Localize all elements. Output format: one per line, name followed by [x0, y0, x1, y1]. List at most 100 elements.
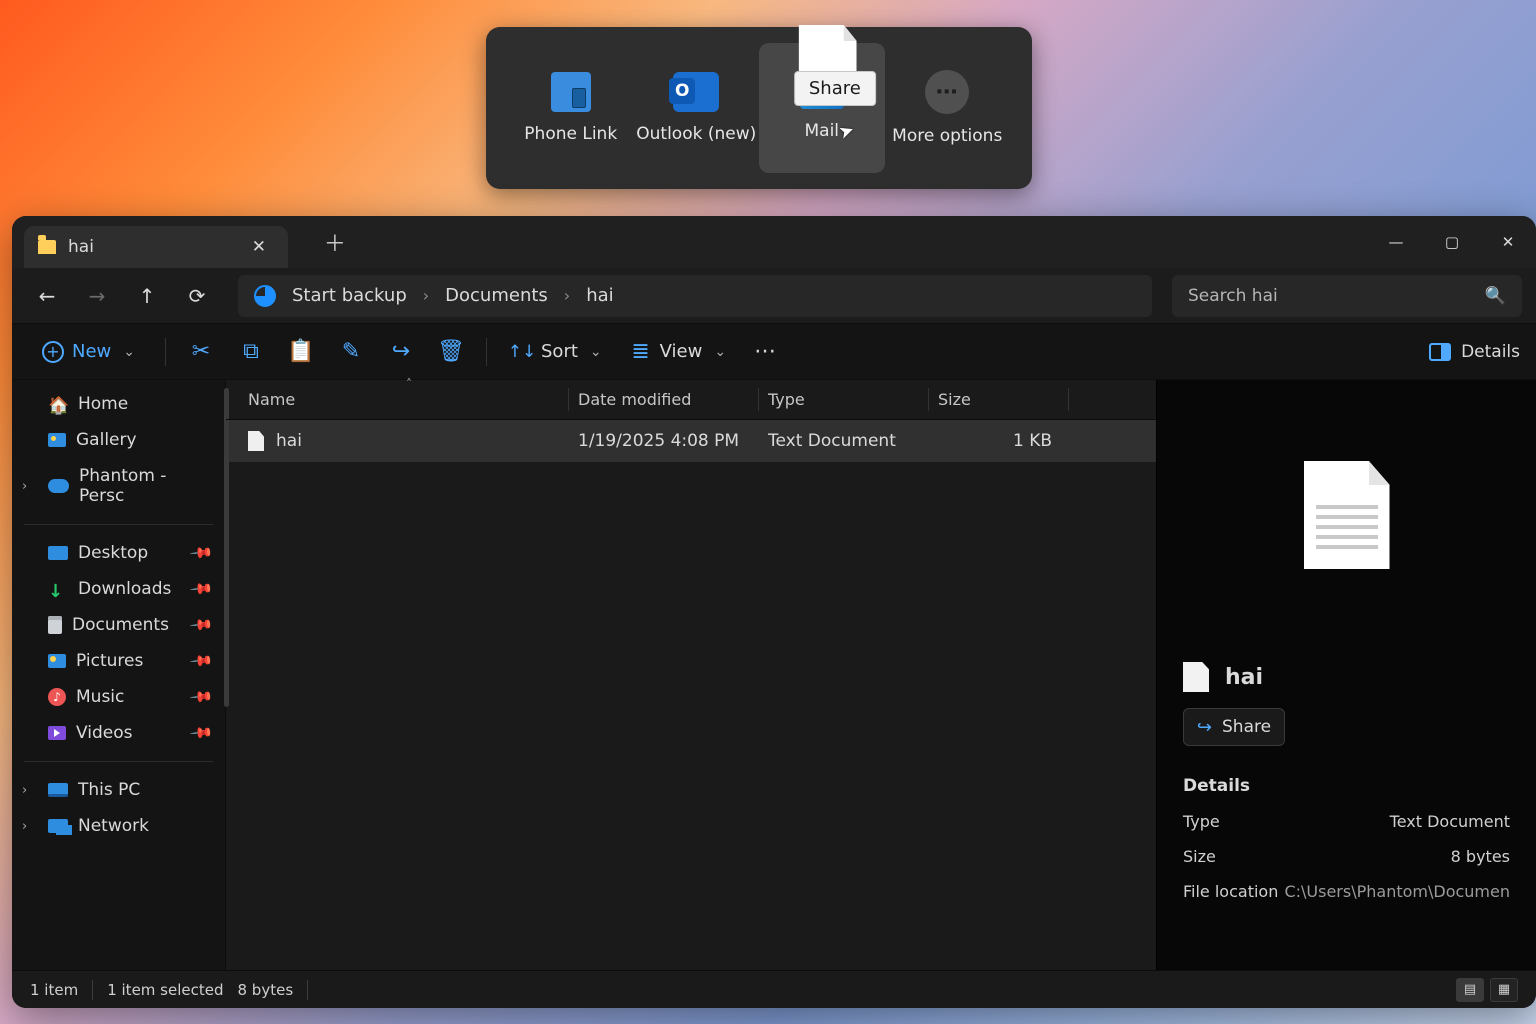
- sort-icon: ↑↓: [511, 341, 533, 363]
- sort-button[interactable]: ↑↓ Sort: [503, 332, 610, 372]
- pin-icon[interactable]: 📌: [189, 612, 215, 638]
- sidebar-divider: [24, 524, 213, 525]
- pin-icon[interactable]: 📌: [189, 648, 215, 674]
- text-document-icon: [1304, 461, 1390, 569]
- view-label: View: [660, 341, 703, 362]
- cut-button[interactable]: ✂: [182, 332, 220, 372]
- new-tab-button[interactable]: ＋: [318, 226, 352, 258]
- sidebar-item-pictures[interactable]: Pictures📌: [12, 643, 225, 679]
- sidebar-item-music[interactable]: ♪Music📌: [12, 679, 225, 715]
- details-share-button[interactable]: ↪ Share: [1183, 708, 1285, 746]
- text-document-icon: [248, 431, 264, 451]
- tab-hai[interactable]: hai ✕: [24, 226, 288, 268]
- file-preview: [1157, 380, 1536, 650]
- chevron-right-icon: ›: [423, 286, 429, 305]
- chevron-right-icon[interactable]: ›: [22, 783, 27, 798]
- column-size[interactable]: Size: [938, 390, 1078, 409]
- view-button[interactable]: ≣ View: [622, 332, 734, 372]
- status-item-count: 1 item: [30, 981, 78, 999]
- share-button[interactable]: ↪: [382, 332, 420, 372]
- crumb-start-backup[interactable]: Start backup: [292, 285, 407, 306]
- sidebar-item-home[interactable]: 🏠Home: [12, 386, 225, 422]
- scissors-icon: ✂: [190, 341, 212, 363]
- share-target-popup: Phone Link Outlook (new) Mail Share ➤ ⋯ …: [486, 27, 1032, 189]
- status-separator: [92, 980, 93, 1000]
- sidebar-item-documents[interactable]: Documents📌: [12, 607, 225, 643]
- forward-button[interactable]: →: [76, 275, 118, 317]
- share-target-phone-link[interactable]: Phone Link: [508, 43, 634, 173]
- share-target-outlook[interactable]: Outlook (new): [634, 43, 760, 173]
- desktop-icon: [48, 546, 68, 560]
- details-pane-icon: [1429, 343, 1451, 361]
- column-divider[interactable]: [928, 388, 929, 411]
- share-icon: ↪: [1197, 717, 1212, 738]
- column-date[interactable]: Date modified: [578, 390, 768, 409]
- toolbar-separator: [486, 338, 487, 366]
- documents-icon: [48, 616, 62, 634]
- maximize-button[interactable]: ▢: [1424, 218, 1480, 266]
- sidebar-item-gallery[interactable]: Gallery: [12, 422, 225, 458]
- music-icon: ♪: [48, 688, 66, 706]
- pin-icon[interactable]: 📌: [189, 576, 215, 602]
- chevron-right-icon[interactable]: ›: [22, 479, 27, 494]
- details-row-location: File locationC:\Users\Phantom\Documen: [1183, 882, 1510, 901]
- sidebar-item-desktop[interactable]: Desktop📌: [12, 535, 225, 571]
- column-divider[interactable]: [568, 388, 569, 411]
- breadcrumb[interactable]: Start backup › Documents › hai: [238, 275, 1152, 317]
- details-filename: hai: [1183, 662, 1510, 692]
- crumb-current[interactable]: hai: [586, 285, 613, 306]
- more-button[interactable]: ⋯: [746, 332, 784, 372]
- address-bar: ← → ↑ ⟳ Start backup › Documents › hai S…: [12, 268, 1536, 324]
- new-label: New: [72, 341, 111, 362]
- pin-icon[interactable]: 📌: [189, 684, 215, 710]
- downloads-icon: [48, 581, 68, 597]
- close-button[interactable]: ✕: [1480, 218, 1536, 266]
- share-target-label: Mail: [804, 121, 839, 141]
- sidebar-item-this-pc[interactable]: ›This PC: [12, 772, 225, 808]
- chevron-right-icon[interactable]: ›: [22, 819, 27, 834]
- share-target-mail[interactable]: Mail Share ➤: [759, 43, 885, 173]
- share-target-more-options[interactable]: ⋯ More options: [885, 43, 1011, 173]
- minimize-button[interactable]: —: [1368, 218, 1424, 266]
- rename-button[interactable]: ✎: [332, 332, 370, 372]
- more-options-icon: ⋯: [925, 70, 969, 114]
- sidebar-item-videos[interactable]: Videos📌: [12, 715, 225, 751]
- navigation-sidebar: 🏠Home Gallery ›Phantom - Persc Desktop📌 …: [12, 380, 226, 970]
- tab-close-button[interactable]: ✕: [246, 234, 272, 260]
- column-name[interactable]: Name: [248, 390, 578, 409]
- pin-icon[interactable]: 📌: [189, 720, 215, 746]
- network-icon: [48, 819, 68, 833]
- sidebar-item-phantom[interactable]: ›Phantom - Persc: [12, 458, 225, 514]
- sidebar-item-downloads[interactable]: Downloads📌: [12, 571, 225, 607]
- phone-link-icon: [551, 72, 591, 112]
- status-selected: 1 item selected: [107, 981, 223, 999]
- copy-icon: ⧉: [240, 341, 262, 363]
- file-row[interactable]: hai 1/19/2025 4:08 PM Text Document 1 KB: [226, 420, 1156, 462]
- file-list: Name Date modified Type Size ˄ hai 1/19/…: [226, 380, 1156, 970]
- pin-icon[interactable]: 📌: [189, 540, 215, 566]
- new-button[interactable]: + New: [28, 332, 149, 372]
- column-divider[interactable]: [758, 388, 759, 411]
- copy-button[interactable]: ⧉: [232, 332, 270, 372]
- paste-button[interactable]: 📋: [282, 332, 320, 372]
- refresh-button[interactable]: ⟳: [176, 275, 218, 317]
- search-icon: 🔍: [1485, 286, 1506, 306]
- details-pane-toggle[interactable]: Details: [1429, 342, 1520, 362]
- pictures-icon: [48, 654, 66, 668]
- sidebar-item-network[interactable]: ›Network: [12, 808, 225, 844]
- up-button[interactable]: ↑: [126, 275, 168, 317]
- details-row-type: TypeText Document: [1183, 812, 1510, 831]
- delete-button[interactable]: 🗑: [432, 332, 470, 372]
- details-label: Details: [1461, 342, 1520, 362]
- crumb-documents[interactable]: Documents: [445, 285, 548, 306]
- search-input[interactable]: Search hai 🔍: [1172, 275, 1522, 317]
- column-type[interactable]: Type: [768, 390, 938, 409]
- view-icons-toggle[interactable]: ▦: [1490, 978, 1518, 1002]
- column-divider[interactable]: [1068, 388, 1069, 411]
- onedrive-icon: [48, 479, 69, 493]
- back-button[interactable]: ←: [26, 275, 68, 317]
- view-details-toggle[interactable]: ▤: [1456, 978, 1484, 1002]
- toolbar-separator: [165, 338, 166, 366]
- window-controls: — ▢ ✕: [1368, 218, 1536, 266]
- rename-icon: ✎: [340, 341, 362, 363]
